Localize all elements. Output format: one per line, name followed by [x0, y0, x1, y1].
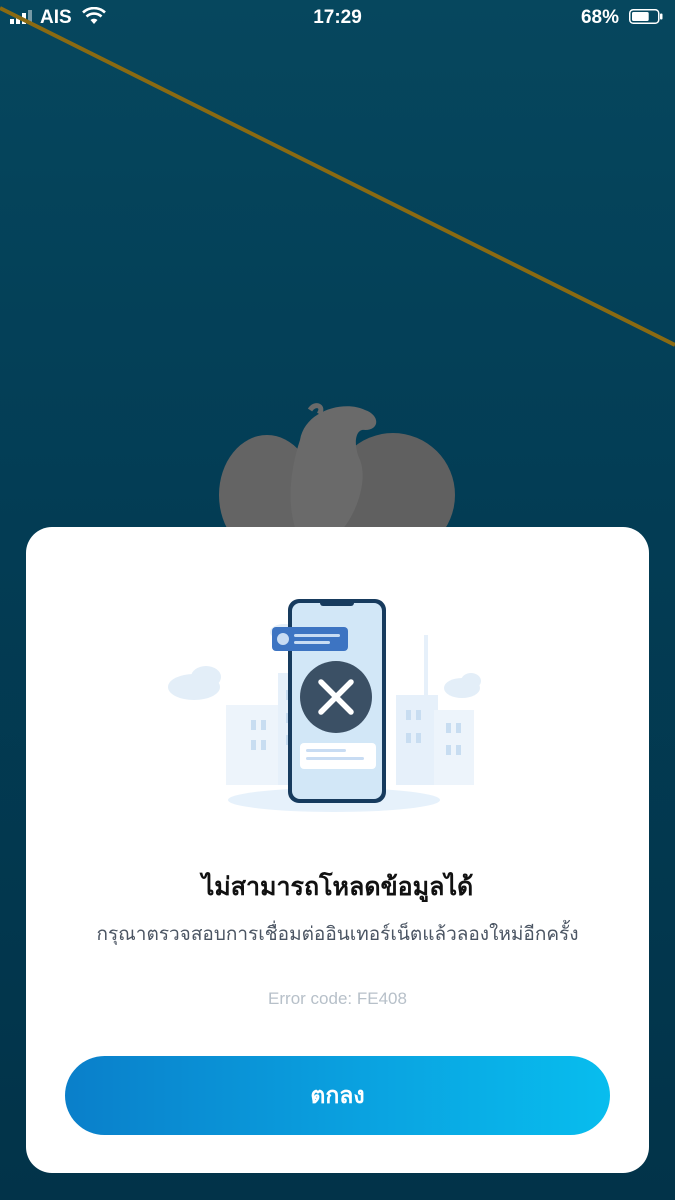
decorative-line — [0, 6, 675, 347]
dialog-title: ไม่สามารถโหลดข้อมูลได้ — [201, 872, 474, 901]
connection-error-phone-illustration — [168, 599, 481, 812]
eagle-logo-icon — [219, 403, 455, 540]
error-dialog: ไม่สามารถโหลดข้อมูลได้ กรุณาตรวจสอบการเช… — [26, 527, 649, 1173]
ok-button[interactable]: ตกลง — [65, 1056, 610, 1135]
error-code: Error code: FE408 — [268, 989, 407, 1008]
dialog-message: กรุณาตรวจสอบการเชื่อมต่ออินเทอร์เน็ตแล้ว… — [96, 923, 579, 945]
